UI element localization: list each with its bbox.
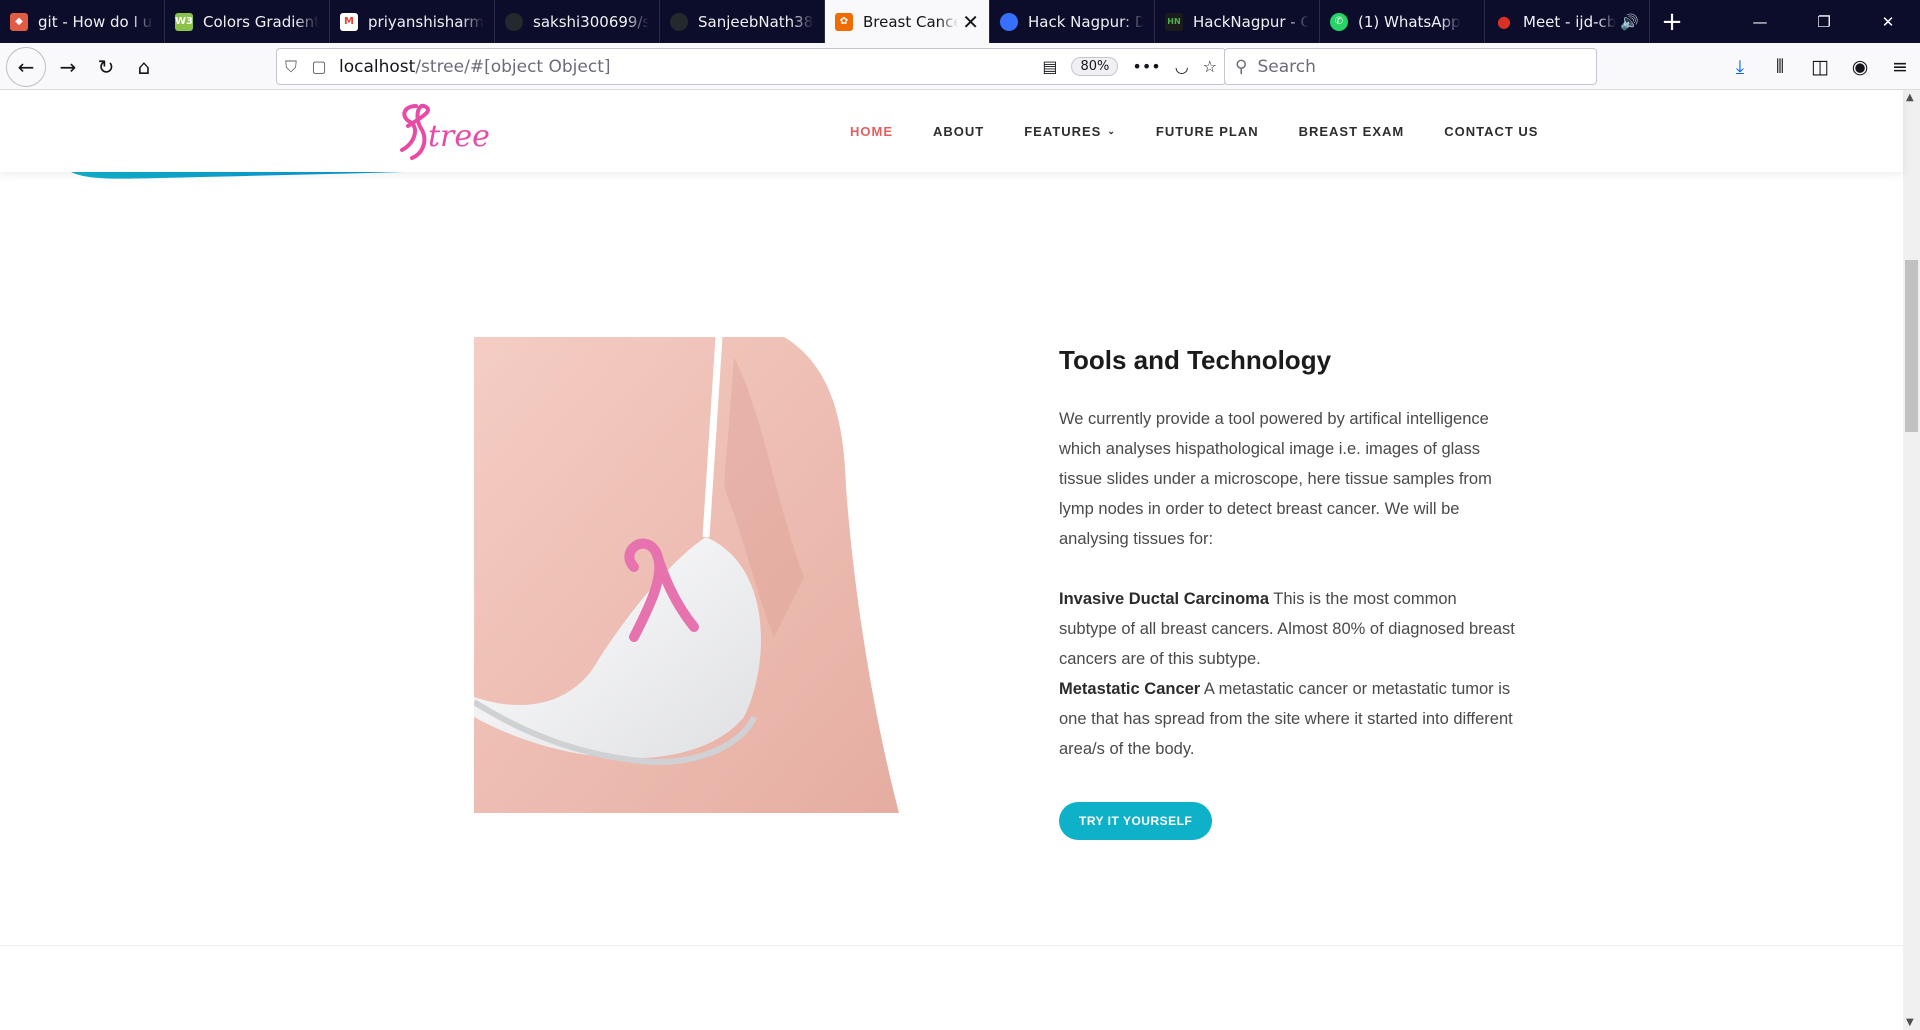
browser-tab[interactable]: ● Meet - ijd-cb 🔊 (1485, 0, 1650, 43)
nav-future-plan[interactable]: FUTURE PLAN (1156, 124, 1259, 139)
restore-icon[interactable]: ❐ (1792, 0, 1856, 43)
svg-text:tree: tree (428, 119, 490, 154)
url-path: /stree/#[object Object] (415, 56, 611, 77)
new-tab-button[interactable]: + (1650, 0, 1694, 43)
browser-tab[interactable]: sakshi300699/str (495, 0, 660, 43)
reader-view-icon[interactable]: ▤ (1042, 57, 1057, 76)
scrollbar-thumb[interactable] (1905, 260, 1918, 432)
nav-features[interactable]: FEATURES ⌄ (1024, 124, 1116, 139)
browser-tab[interactable]: SanjeebNath382 (660, 0, 825, 43)
site-icon: ✿ (835, 12, 853, 31)
page-scrollbar[interactable]: ▲ ▼ (1903, 90, 1920, 1030)
reload-button[interactable]: ↻ (88, 49, 124, 85)
nav-home[interactable]: HOME (850, 124, 893, 139)
url-bar[interactable]: ⛉ ▢ localhost/stree/#[object Object] ▤ 8… (276, 48, 1226, 85)
search-placeholder: Search (1257, 56, 1316, 77)
speaker-icon[interactable]: 🔊 (1616, 13, 1639, 31)
search-icon: ⚲ (1235, 56, 1248, 77)
library-icon[interactable]: ⫴ (1760, 56, 1800, 78)
account-icon[interactable]: ◉ (1840, 56, 1880, 78)
tab-label: priyanshisharma (368, 12, 484, 31)
tab-label: git - How do I up (38, 12, 154, 31)
browser-tab[interactable]: ✆ (1) WhatsApp (1320, 0, 1485, 43)
pink-ribbon-photo (474, 337, 899, 813)
nav-contact-us[interactable]: CONTACT US (1444, 124, 1538, 139)
stree-logo[interactable]: tree (394, 100, 504, 162)
browser-tab-active[interactable]: ✿ Breast Cancer ✕ (825, 0, 990, 43)
minimize-icon[interactable]: — (1728, 0, 1792, 43)
bookmark-star-icon[interactable]: ☆ (1203, 57, 1217, 76)
window-close-icon[interactable]: ✕ (1856, 0, 1920, 43)
tab-label: Meet - ijd-cb (1523, 12, 1617, 31)
tab-label: Colors Gradient (203, 12, 319, 31)
tab-label: SanjeebNath382 (698, 12, 814, 31)
forward-button[interactable]: → (50, 49, 86, 85)
close-icon[interactable]: ✕ (958, 10, 979, 34)
shield-icon[interactable]: ⛉ (277, 57, 305, 77)
browser-toolbar: ← → ↻ ⌂ ⛉ ▢ localhost/stree/#[object Obj… (0, 43, 1920, 90)
url-host: localhost (339, 56, 416, 77)
scroll-up-icon[interactable]: ▲ (1906, 92, 1914, 103)
section-title: Tools and Technology (1059, 345, 1332, 375)
gmail-icon: M (340, 12, 358, 31)
zoom-indicator[interactable]: 80% (1071, 57, 1119, 76)
item2-title: Metastatic Cancer (1059, 680, 1201, 698)
page-viewport: tree HOME ABOUT FEATURES ⌄ FUTURE PLAN BR… (0, 90, 1920, 1030)
window-controls: — ❐ ✕ (1728, 0, 1920, 43)
tab-label: (1) WhatsApp (1358, 12, 1461, 31)
main-nav: HOME ABOUT FEATURES ⌄ FUTURE PLAN BREAST … (850, 90, 1538, 172)
section-divider (0, 945, 1903, 946)
browser-tab[interactable]: Hack Nagpur: Da (990, 0, 1155, 43)
page-icon[interactable]: ▢ (305, 57, 333, 76)
browser-tab-strip: ◆ git - How do I up W3 Colors Gradient M… (0, 0, 1920, 43)
gradient-icon: W3 (175, 12, 193, 31)
home-button[interactable]: ⌂ (126, 49, 162, 85)
scroll-down-icon[interactable]: ▼ (1906, 1017, 1914, 1028)
mic-icon: ● (1497, 12, 1511, 31)
page-actions-icon[interactable]: ••• (1132, 57, 1160, 76)
search-bar[interactable]: ⚲ Search (1224, 48, 1597, 85)
whatsapp-icon: ✆ (1330, 12, 1348, 31)
tab-label: Breast Cancer (863, 12, 958, 31)
tools-section: Tools and Technology We currently provid… (1059, 337, 1519, 840)
site-header: tree HOME ABOUT FEATURES ⌄ FUTURE PLAN BR… (0, 90, 1903, 172)
nav-about[interactable]: ABOUT (933, 124, 984, 139)
sidebar-icon[interactable]: ◫ (1800, 56, 1840, 78)
tab-label: HackNagpur - Ce (1193, 12, 1309, 31)
back-button[interactable]: ← (6, 47, 46, 87)
devfolio-icon (1000, 12, 1018, 31)
item1-title: Invasive Ductal Carcinoma (1059, 590, 1270, 608)
browser-tab[interactable]: ◆ git - How do I up (0, 0, 165, 43)
github-icon (505, 12, 523, 31)
git-icon: ◆ (10, 12, 28, 31)
nav-breast-exam[interactable]: BREAST EXAM (1299, 124, 1405, 139)
nav-features-label: FEATURES (1024, 123, 1102, 139)
chevron-down-icon: ⌄ (1107, 125, 1116, 136)
hacknagpur-icon: HN (1165, 12, 1183, 31)
tab-label: Hack Nagpur: Da (1028, 12, 1144, 31)
menu-icon[interactable]: ≡ (1880, 56, 1920, 78)
try-it-yourself-button[interactable]: TRY IT YOURSELF (1059, 802, 1213, 840)
intro-text: We currently provide a tool powered by a… (1059, 410, 1492, 548)
browser-tab[interactable]: M priyanshisharma (330, 0, 495, 43)
section-body: We currently provide a tool powered by a… (1059, 404, 1519, 764)
download-icon[interactable]: ⤓ (1720, 56, 1760, 78)
pocket-icon[interactable]: ◡ (1175, 57, 1189, 76)
tab-label: sakshi300699/str (533, 12, 649, 31)
github-icon (670, 12, 688, 31)
browser-tab[interactable]: HN HackNagpur - Ce (1155, 0, 1320, 43)
browser-tab[interactable]: W3 Colors Gradient (165, 0, 330, 43)
toolbar-right: ⤓ ⫴ ◫ ◉ ≡ (1720, 43, 1920, 90)
